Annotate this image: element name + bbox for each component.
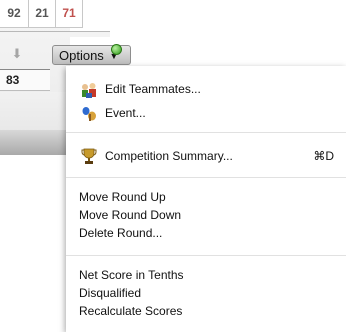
shortcut-label: ⌘D bbox=[313, 149, 334, 163]
menu-item-label: Net Score in Tenths bbox=[79, 268, 184, 282]
menu-item-move-round-up[interactable]: Move Round Up bbox=[66, 190, 346, 206]
value-cell[interactable]: 83 bbox=[0, 69, 50, 91]
menu-separator bbox=[66, 255, 346, 256]
menu-item-label: Recalculate Scores bbox=[79, 304, 183, 318]
menu-item-disqualified[interactable]: Disqualified bbox=[66, 286, 346, 302]
menu-item-event[interactable]: Event... bbox=[66, 104, 346, 122]
trophy-icon bbox=[81, 148, 97, 164]
menu-item-competition-summary[interactable]: Competition Summary... ⌘D bbox=[66, 147, 346, 165]
menu-item-delete-round[interactable]: Delete Round... bbox=[66, 226, 346, 242]
toolbar-divider bbox=[0, 31, 110, 37]
menu-separator bbox=[66, 132, 346, 133]
menu-item-label: Move Round Up bbox=[79, 190, 166, 204]
green-status-icon bbox=[111, 44, 122, 55]
menu-item-label: Event... bbox=[105, 106, 146, 120]
score-row: 92 21 71 bbox=[0, 0, 83, 30]
menu-shadow-area bbox=[0, 130, 75, 155]
options-button-label: Options bbox=[59, 48, 104, 63]
menu-item-label: Edit Teammates... bbox=[105, 82, 201, 96]
menu-item-label: Delete Round... bbox=[79, 226, 163, 240]
menu-item-recalculate-scores[interactable]: Recalculate Scores bbox=[66, 304, 346, 320]
menu-item-label: Disqualified bbox=[79, 286, 142, 300]
down-arrow-icon[interactable]: ⬇ bbox=[10, 47, 24, 61]
event-icon bbox=[82, 107, 96, 121]
teammates-icon bbox=[82, 83, 96, 98]
options-dropdown-menu: Edit Teammates... Event... Competition S… bbox=[66, 66, 346, 332]
menu-item-label: Competition Summary... bbox=[105, 149, 233, 163]
menu-item-label: Move Round Down bbox=[79, 208, 182, 222]
menu-item-edit-teammates[interactable]: Edit Teammates... bbox=[66, 80, 346, 98]
score-cell[interactable]: 21 bbox=[29, 0, 56, 28]
score-cell[interactable]: 92 bbox=[0, 0, 29, 28]
score-cell[interactable]: 71 bbox=[56, 0, 83, 28]
menu-item-net-score-tenths[interactable]: Net Score in Tenths bbox=[66, 268, 346, 284]
menu-item-move-round-down[interactable]: Move Round Down bbox=[66, 208, 346, 224]
menu-separator bbox=[66, 177, 346, 178]
